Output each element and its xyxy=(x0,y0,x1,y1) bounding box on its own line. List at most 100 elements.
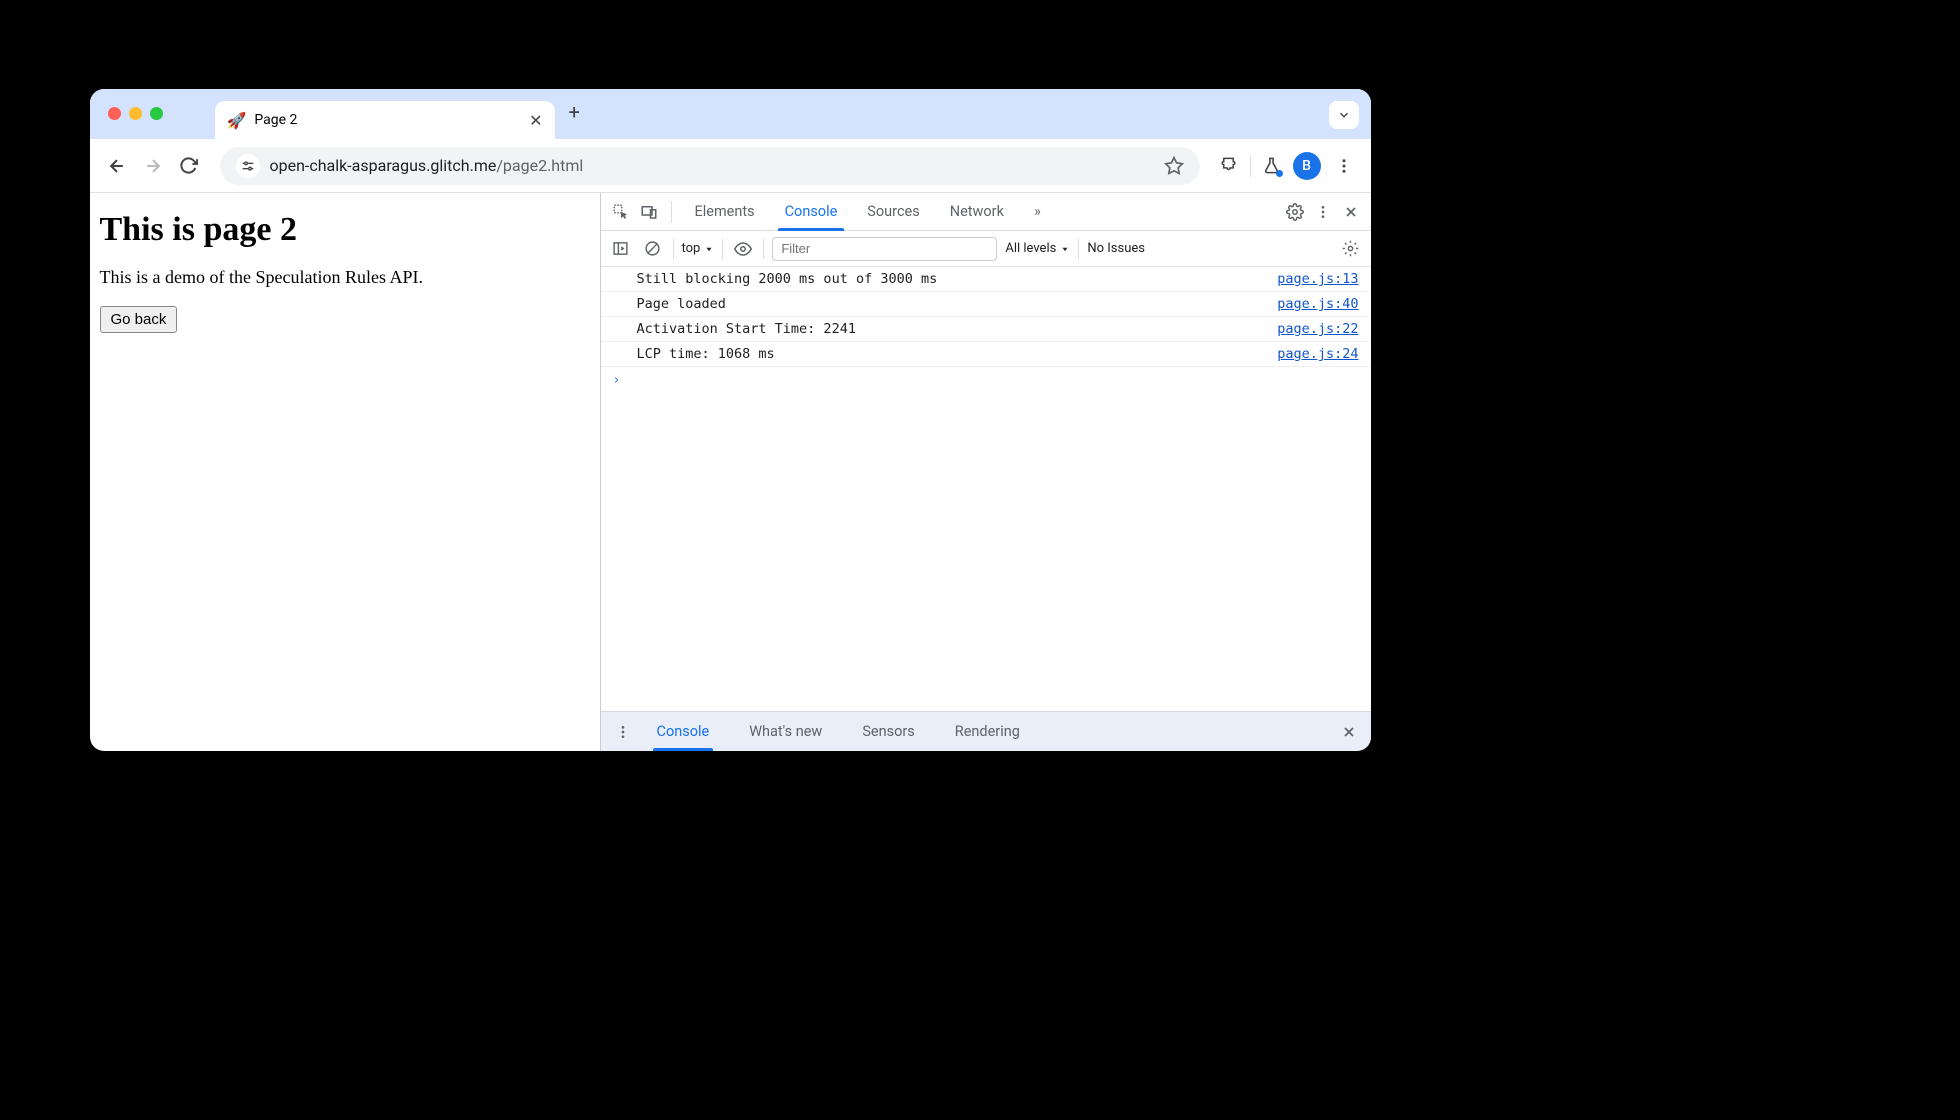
bookmark-button[interactable] xyxy=(1164,156,1184,176)
devices-icon xyxy=(640,203,658,221)
clear-console-button[interactable] xyxy=(641,237,665,261)
toolbar-divider xyxy=(1250,155,1251,177)
reload-button[interactable] xyxy=(176,153,202,179)
devtools-panel: Elements Console Sources Network » xyxy=(600,193,1371,751)
drawer-tab-sensors[interactable]: Sensors xyxy=(844,712,932,751)
forward-button[interactable] xyxy=(140,153,166,179)
tab-close-icon[interactable]: ✕ xyxy=(529,111,542,130)
devtools-settings-button[interactable] xyxy=(1283,200,1307,224)
console-row: Still blocking 2000 ms out of 3000 ms pa… xyxy=(601,267,1371,292)
inspect-icon xyxy=(612,203,630,221)
arrow-left-icon xyxy=(107,156,127,176)
extensions-button[interactable] xyxy=(1218,155,1240,177)
site-settings-icon[interactable] xyxy=(236,154,260,178)
browser-menu-button[interactable] xyxy=(1331,153,1357,179)
console-prompt[interactable]: › xyxy=(601,367,1371,394)
window-close-button[interactable] xyxy=(108,107,121,120)
puzzle-icon xyxy=(1219,156,1238,175)
drawer-tab-rendering[interactable]: Rendering xyxy=(937,712,1038,751)
notification-dot-icon xyxy=(1276,170,1283,177)
titlebar: 🚀 Page 2 ✕ + xyxy=(90,89,1371,139)
traffic-lights xyxy=(108,107,163,120)
close-icon xyxy=(1343,204,1359,220)
console-source-link[interactable]: page.js:40 xyxy=(1277,296,1358,312)
sidebar-icon xyxy=(612,240,629,257)
chevron-down-icon xyxy=(1337,108,1351,122)
live-expression-button[interactable] xyxy=(731,237,755,261)
profile-avatar[interactable]: B xyxy=(1293,152,1321,180)
console-message: Still blocking 2000 ms out of 3000 ms xyxy=(637,271,1278,287)
console-settings-button[interactable] xyxy=(1339,237,1363,261)
tab-title: Page 2 xyxy=(254,112,297,128)
triangle-down-icon xyxy=(1060,244,1070,254)
url-host: open-chalk-asparagus.glitch.me xyxy=(270,156,497,175)
console-message: Activation Start Time: 2241 xyxy=(637,321,1278,337)
toggle-sidebar-button[interactable] xyxy=(609,237,633,261)
drawer-tab-whatsnew[interactable]: What's new xyxy=(731,712,840,751)
console-source-link[interactable]: page.js:13 xyxy=(1277,271,1358,287)
avatar-initial: B xyxy=(1302,158,1311,174)
tab-elements[interactable]: Elements xyxy=(682,193,768,230)
kebab-icon xyxy=(1335,157,1353,175)
devtools-drawer: Console What's new Sensors Rendering xyxy=(601,711,1371,751)
page-viewport: This is page 2 This is a demo of the Spe… xyxy=(90,193,600,751)
url-path: /page2.html xyxy=(496,156,583,175)
levels-label: All levels xyxy=(1005,241,1056,256)
device-toolbar-button[interactable] xyxy=(637,200,661,224)
tab-network[interactable]: Network xyxy=(937,193,1017,230)
console-row: Activation Start Time: 2241 page.js:22 xyxy=(601,317,1371,342)
kebab-icon xyxy=(1315,204,1331,220)
divider xyxy=(763,239,764,259)
inspect-element-button[interactable] xyxy=(609,200,633,224)
log-levels-selector[interactable]: All levels xyxy=(1005,241,1070,256)
reload-icon xyxy=(179,156,198,175)
content-area: This is page 2 This is a demo of the Spe… xyxy=(90,193,1371,751)
go-back-button[interactable]: Go back xyxy=(100,306,178,333)
console-message: LCP time: 1068 ms xyxy=(637,346,1278,362)
address-bar[interactable]: open-chalk-asparagus.glitch.me/page2.htm… xyxy=(220,147,1200,185)
experiments-button[interactable] xyxy=(1261,155,1283,177)
new-tab-button[interactable]: + xyxy=(569,100,580,124)
tab-console[interactable]: Console xyxy=(772,193,851,230)
devtools-tabs: Elements Console Sources Network » xyxy=(601,193,1371,231)
console-message: Page loaded xyxy=(637,296,1278,312)
ban-icon xyxy=(644,240,661,257)
drawer-menu-button[interactable] xyxy=(611,720,635,744)
window-minimize-button[interactable] xyxy=(129,107,142,120)
browser-toolbar: open-chalk-asparagus.glitch.me/page2.htm… xyxy=(90,139,1371,193)
kebab-icon xyxy=(615,724,631,740)
page-heading: This is page 2 xyxy=(100,211,590,249)
tab-sources[interactable]: Sources xyxy=(854,193,932,230)
divider xyxy=(1078,239,1079,259)
triangle-down-icon xyxy=(704,244,714,254)
gear-icon xyxy=(1342,240,1359,257)
back-button[interactable] xyxy=(104,153,130,179)
console-row: LCP time: 1068 ms page.js:24 xyxy=(601,342,1371,367)
eye-icon xyxy=(734,240,752,258)
console-output: Still blocking 2000 ms out of 3000 ms pa… xyxy=(601,267,1371,711)
devtools-close-button[interactable] xyxy=(1339,200,1363,224)
drawer-tab-console[interactable]: Console xyxy=(639,712,728,751)
console-toolbar: top All levels No Issues xyxy=(601,231,1371,267)
issues-status[interactable]: No Issues xyxy=(1087,241,1145,256)
context-selector[interactable]: top xyxy=(682,241,715,256)
page-paragraph: This is a demo of the Speculation Rules … xyxy=(100,267,590,288)
arrow-right-icon xyxy=(143,156,163,176)
divider xyxy=(671,201,672,223)
more-tabs-button[interactable]: » xyxy=(1021,193,1054,230)
tabs-dropdown-button[interactable] xyxy=(1329,101,1359,129)
console-filter-input[interactable] xyxy=(772,237,997,261)
devtools-menu-button[interactable] xyxy=(1311,200,1335,224)
drawer-close-button[interactable] xyxy=(1337,720,1361,744)
window-maximize-button[interactable] xyxy=(150,107,163,120)
divider xyxy=(722,239,723,259)
console-source-link[interactable]: page.js:22 xyxy=(1277,321,1358,337)
star-icon xyxy=(1164,156,1184,176)
browser-tab[interactable]: 🚀 Page 2 ✕ xyxy=(215,101,555,139)
console-row: Page loaded page.js:40 xyxy=(601,292,1371,317)
browser-window: 🚀 Page 2 ✕ + open-chalk-asparagus.glitch… xyxy=(90,89,1371,751)
tab-favicon: 🚀 xyxy=(227,111,247,130)
divider xyxy=(673,239,674,259)
console-source-link[interactable]: page.js:24 xyxy=(1277,346,1358,362)
context-label: top xyxy=(682,241,701,256)
